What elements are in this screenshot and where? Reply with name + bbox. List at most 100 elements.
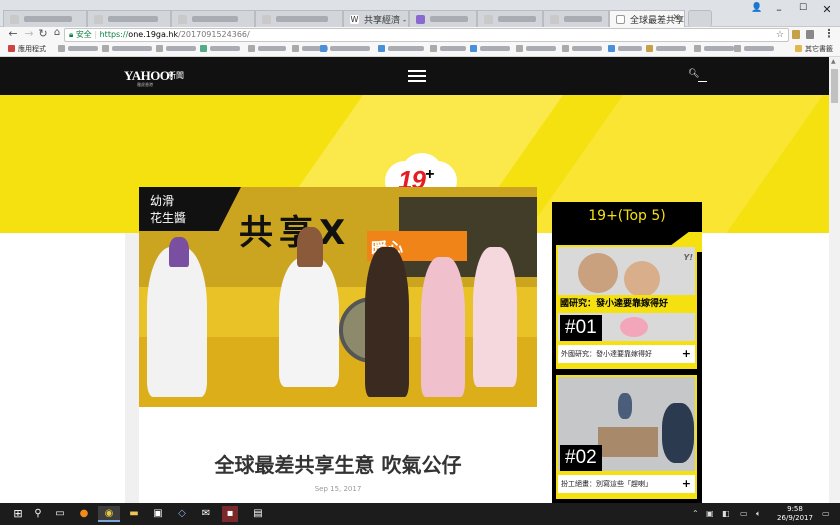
hamburger-menu-icon[interactable] (408, 70, 426, 82)
maximize-button[interactable]: ☐ (794, 3, 812, 13)
page-scrollbar[interactable]: ▲ (829, 57, 840, 503)
tray-chevron-icon[interactable]: ⌃ (692, 509, 699, 518)
extension-icon[interactable] (806, 30, 814, 39)
back-icon[interactable]: ← (6, 27, 20, 40)
browser-tab-wikipedia[interactable]: W 共享經濟 - Wi (343, 10, 409, 27)
task-view-icon[interactable]: ▭ (52, 506, 68, 522)
sidebar-title: 19+(Top 5) (588, 208, 666, 224)
home-icon[interactable]: ⌂ (50, 27, 64, 38)
scroll-thumb[interactable] (831, 69, 838, 103)
article-tag[interactable]: 幼滑 花生醬 (150, 193, 186, 227)
app-icon[interactable]: ▤ (250, 506, 266, 522)
expand-plus-icon[interactable]: + (682, 345, 691, 363)
browser-tab[interactable] (477, 10, 543, 27)
bookmark[interactable] (608, 43, 642, 56)
new-tab-button[interactable] (688, 10, 712, 27)
windows-taskbar: ⊞ ⚲ ▭ ● ◉ ▬ ▣ ◇ ✉ ▪ ▤ ⌃ ▣ ◧ ▭ 🔈︎ 9:58 26… (0, 503, 840, 525)
browser-toolbar: ← → ↻ ⌂ 🔒︎ 安全 | https://one.19ga.hk/2017… (0, 27, 840, 43)
doll-figure (147, 247, 207, 397)
article-date: Sep 15, 2017 (314, 485, 362, 493)
bookmark[interactable] (470, 43, 510, 56)
bookmark[interactable] (516, 43, 556, 56)
page-icon (616, 15, 625, 24)
scroll-up-icon[interactable]: ▲ (831, 58, 836, 65)
search-input[interactable] (698, 81, 707, 82)
bookmark[interactable] (694, 43, 734, 56)
bookmarks-bar: 應用程式 其它書籤 (0, 43, 840, 57)
bookmark-star-icon[interactable]: ☆ (776, 29, 784, 41)
app-icon[interactable]: ▪ (222, 506, 238, 522)
search-icon[interactable]: 🔍︎ (688, 69, 699, 79)
doll-figure (473, 247, 517, 387)
bookmark[interactable] (646, 43, 686, 56)
article-card[interactable]: 共享X 暖心 幼滑 花生醬 全球最差共享生意 吹氣公仔 Sep 15, 2017 (139, 187, 537, 503)
top5-caption[interactable]: 外國研究：發小達要靠嫁得好 + (558, 345, 695, 363)
minimize-button[interactable]: – (770, 3, 788, 16)
article-shadow (125, 233, 139, 503)
profile-icon[interactable]: 👤 (748, 3, 766, 13)
app-icon[interactable]: ◇ (174, 506, 190, 522)
bookmark[interactable] (734, 43, 774, 56)
address-bar[interactable]: 🔒︎ 安全 | https://one.19ga.hk/201709152436… (64, 28, 789, 42)
doll-hair (169, 237, 189, 267)
apps-bookmark[interactable]: 應用程式 (8, 43, 46, 56)
reload-icon[interactable]: ↻ (36, 27, 50, 40)
windows-start-icon[interactable]: ⊞ (10, 506, 26, 522)
browser-tab[interactable] (171, 10, 255, 27)
browser-tab-active[interactable]: 全球最差共享 ✕ (609, 10, 685, 28)
top5-item[interactable]: Y! 國研究：發小達要靠嫁得好 #01 外國研究：發小達要靠嫁得好 + (556, 245, 697, 369)
sidebar-header: 19+(Top 5) (552, 202, 702, 232)
bookmark[interactable] (200, 43, 240, 56)
forward-icon[interactable]: → (22, 27, 36, 40)
tab-favicon (484, 15, 493, 24)
firefox-icon[interactable]: ● (76, 506, 92, 522)
article-headline[interactable]: 全球最差共享生意 吹氣公仔 (139, 449, 537, 478)
expand-plus-icon[interactable]: + (682, 475, 691, 493)
article-hero-image[interactable]: 共享X 暖心 幼滑 花生醬 (139, 187, 537, 407)
doll-figure (421, 257, 465, 397)
other-bookmarks[interactable]: 其它書籤 (795, 43, 833, 56)
thumbnail-banner: 國研究：發小達要靠嫁得好 (558, 295, 695, 313)
person-figure (618, 393, 632, 419)
bookmark[interactable] (378, 43, 424, 56)
tab-favicon (416, 15, 425, 24)
bookmark[interactable] (248, 43, 286, 56)
top5-caption[interactable]: 扮工絕畫：別寫這些「趕喇」 + (558, 475, 695, 493)
bookmark[interactable] (102, 43, 152, 56)
close-window-button[interactable]: ✕ (818, 3, 836, 16)
browser-tab[interactable] (543, 10, 609, 27)
notifications-icon[interactable]: ▭ (822, 509, 830, 518)
clock-time: 9:58 (787, 505, 803, 513)
network-icon[interactable]: ▭ (740, 509, 748, 518)
url-scheme: https:// (99, 30, 129, 39)
taskbar-clock[interactable]: 9:58 26/9/2017 (775, 505, 815, 523)
close-tab-icon[interactable]: ✕ (672, 13, 680, 23)
browser-tab[interactable] (255, 10, 343, 27)
chrome-icon[interactable]: ◉ (98, 506, 120, 522)
bookmark[interactable] (156, 43, 196, 56)
page-viewport: YAHOO! 雅虎香港 新聞 🔍︎ 19+ 共享X 暖心 (0, 57, 829, 503)
bookmark[interactable] (430, 43, 466, 56)
bookmark[interactable] (58, 43, 98, 56)
tab-favicon (550, 15, 559, 24)
tray-app-icon[interactable]: ◧ (722, 509, 730, 518)
volume-icon[interactable]: 🔈︎ (756, 509, 761, 519)
tab-favicon (94, 15, 103, 24)
browser-tab[interactable] (409, 10, 477, 27)
menu-kebab-icon[interactable]: ⋮ (822, 27, 836, 40)
apps-label: 應用程式 (18, 45, 46, 53)
search-icon[interactable]: ⚲ (30, 506, 46, 522)
top5-item[interactable]: #02 扮工絕畫：別寫這些「趕喇」 + (556, 375, 697, 499)
bookmark[interactable] (320, 43, 370, 56)
top5-sidebar: 19+(Top 5) Y! 國研究：發小達要靠嫁得好 #01 外國研究：發小達要… (552, 202, 702, 503)
extension-icon[interactable] (792, 30, 800, 39)
mail-icon[interactable]: ✉ (198, 506, 214, 522)
bookmark[interactable] (562, 43, 602, 56)
browser-tab[interactable] (3, 10, 87, 27)
browser-tab[interactable] (87, 10, 171, 27)
tray-app-icon[interactable]: ▣ (706, 509, 714, 518)
store-icon[interactable]: ▣ (150, 506, 166, 522)
file-explorer-icon[interactable]: ▬ (126, 506, 142, 522)
section-label[interactable]: 新聞 (168, 70, 184, 81)
caption-text: 外國研究：發小達要靠嫁得好 (561, 350, 652, 358)
